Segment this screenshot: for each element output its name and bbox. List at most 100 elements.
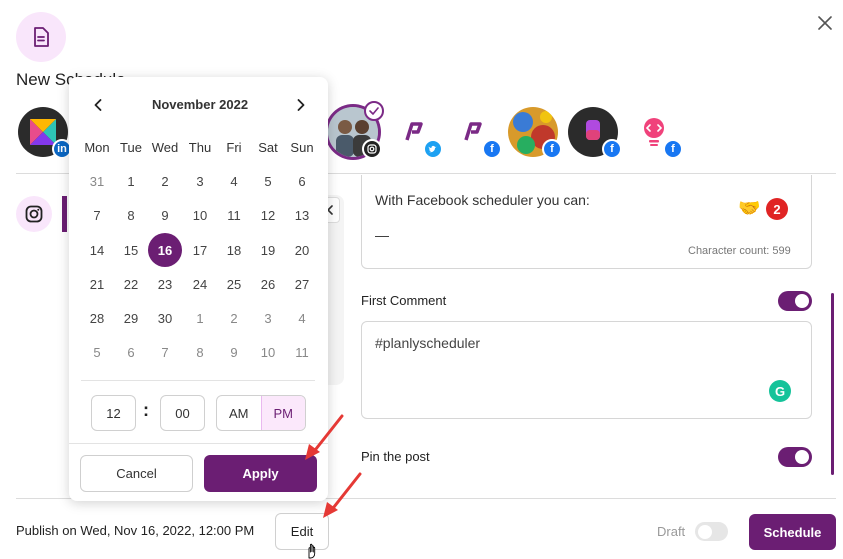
notification-badge[interactable]: 2 xyxy=(766,198,788,220)
calendar-day[interactable]: 1 xyxy=(183,303,217,333)
account-avatar[interactable] xyxy=(389,107,443,159)
calendar-day[interactable]: 14 xyxy=(80,235,114,265)
calendar-day[interactable]: 7 xyxy=(148,337,182,367)
calendar-day[interactable]: 5 xyxy=(80,337,114,367)
document-icon xyxy=(34,27,49,47)
annotation-arrow-icon xyxy=(305,414,344,460)
calendar-day[interactable]: 29 xyxy=(114,303,148,333)
pm-option[interactable]: PM xyxy=(260,396,305,430)
calendar-day[interactable]: 9 xyxy=(217,337,251,367)
calendar-day[interactable]: 15 xyxy=(114,235,148,265)
instagram-icon xyxy=(25,205,43,223)
calendar-divider xyxy=(81,380,315,381)
calendar-day[interactable]: 30 xyxy=(148,303,182,333)
calendar-day[interactable]: 13 xyxy=(285,200,319,230)
weekday-label: Thu xyxy=(188,140,212,155)
document-badge xyxy=(16,12,66,62)
calendar-day[interactable]: 5 xyxy=(251,166,285,196)
weekday-label: Sun xyxy=(290,140,314,155)
time-separator: : xyxy=(143,400,149,420)
calendar-day[interactable]: 11 xyxy=(217,200,251,230)
account-avatar[interactable]: in xyxy=(18,107,72,159)
schedule-button[interactable]: Schedule xyxy=(749,514,836,550)
facebook-icon: f xyxy=(602,139,622,159)
close-button[interactable] xyxy=(814,12,836,34)
account-avatar[interactable]: f xyxy=(508,107,562,159)
calendar-day[interactable]: 2 xyxy=(217,303,251,333)
calendar-day[interactable]: 11 xyxy=(285,337,319,367)
calendar-day[interactable]: 23 xyxy=(148,269,182,299)
pin-post-label: Pin the post xyxy=(361,449,430,464)
instagram-tab[interactable] xyxy=(16,196,52,232)
account-avatar[interactable]: f xyxy=(448,107,502,159)
facebook-icon: f xyxy=(542,139,562,159)
calendar-day[interactable]: 8 xyxy=(183,337,217,367)
calendar-day[interactable]: 10 xyxy=(183,200,217,230)
calendar-day[interactable]: 6 xyxy=(114,337,148,367)
account-avatar-selected[interactable] xyxy=(328,101,384,159)
annotation-arrow-icon xyxy=(323,472,362,518)
weekday-label: Wed xyxy=(151,140,179,155)
calendar-day[interactable]: 7 xyxy=(80,200,114,230)
close-icon xyxy=(818,16,832,30)
weekday-label: Fri xyxy=(226,140,242,155)
calendar-day[interactable]: 24 xyxy=(183,269,217,299)
first-comment-text: #planlyscheduler xyxy=(375,335,481,351)
next-month-button[interactable] xyxy=(291,94,311,116)
calendar-day-selected[interactable]: 16 xyxy=(148,233,182,267)
weekday-label: Sat xyxy=(258,140,278,155)
calendar-day[interactable]: 9 xyxy=(148,200,182,230)
am-option[interactable]: AM xyxy=(217,396,261,430)
weekday-label: Tue xyxy=(120,140,142,155)
calendar-day[interactable]: 4 xyxy=(217,166,251,196)
first-comment-toggle[interactable] xyxy=(778,291,812,311)
calendar-day[interactable]: 18 xyxy=(217,235,251,265)
first-comment-label: First Comment xyxy=(361,293,447,308)
active-tab-indicator xyxy=(62,196,67,232)
calendar-day[interactable]: 6 xyxy=(285,166,319,196)
calendar-day[interactable]: 21 xyxy=(80,269,114,299)
scrollbar[interactable] xyxy=(831,293,834,475)
calendar-day[interactable]: 8 xyxy=(114,200,148,230)
minute-input[interactable]: 00 xyxy=(160,395,205,431)
calendar-day[interactable]: 3 xyxy=(183,166,217,196)
publish-date-text: Publish on Wed, Nov 16, 2022, 12:00 PM xyxy=(16,523,255,538)
calendar-day[interactable]: 27 xyxy=(285,269,319,299)
editor-text-dash: — xyxy=(375,227,389,243)
calendar-footer-divider xyxy=(69,443,328,444)
pin-post-toggle[interactable] xyxy=(778,447,812,467)
chevron-right-icon xyxy=(297,99,305,111)
calendar-day[interactable]: 17 xyxy=(183,235,217,265)
calendar-day[interactable]: 3 xyxy=(251,303,285,333)
calendar-day[interactable]: 31 xyxy=(80,166,114,196)
calendar-day[interactable]: 22 xyxy=(114,269,148,299)
facebook-icon: f xyxy=(482,139,502,159)
post-preview-panel xyxy=(328,195,344,385)
calendar-day[interactable]: 2 xyxy=(148,166,182,196)
editor-text-line: With Facebook scheduler you can: xyxy=(375,192,590,208)
twitter-icon xyxy=(423,139,443,159)
grammarly-icon[interactable]: G xyxy=(769,380,791,402)
calendar-day[interactable]: 26 xyxy=(251,269,285,299)
calendar-day[interactable]: 1 xyxy=(114,166,148,196)
calendar-day[interactable]: 12 xyxy=(251,200,285,230)
handshake-emoji-icon: 🤝 xyxy=(738,198,761,218)
weekday-label: Mon xyxy=(84,140,110,155)
draft-toggle[interactable] xyxy=(695,522,728,541)
calendar-day[interactable]: 4 xyxy=(285,303,319,333)
cancel-button[interactable]: Cancel xyxy=(80,455,193,492)
calendar-day[interactable]: 19 xyxy=(251,235,285,265)
calendar-day[interactable]: 10 xyxy=(251,337,285,367)
calendar-day[interactable]: 20 xyxy=(285,235,319,265)
instagram-icon xyxy=(362,139,382,159)
hand-cursor-icon xyxy=(308,543,316,559)
account-avatar[interactable]: f xyxy=(568,107,622,159)
am-pm-toggle: AM PM xyxy=(216,395,306,431)
calendar-day[interactable]: 25 xyxy=(217,269,251,299)
calendar-day[interactable]: 28 xyxy=(80,303,114,333)
selected-check-icon xyxy=(364,101,384,121)
draft-label: Draft xyxy=(657,524,686,539)
character-count: Character count: 599 xyxy=(688,245,791,257)
hour-input[interactable]: 12 xyxy=(91,395,136,431)
account-avatar[interactable]: f xyxy=(629,107,683,159)
